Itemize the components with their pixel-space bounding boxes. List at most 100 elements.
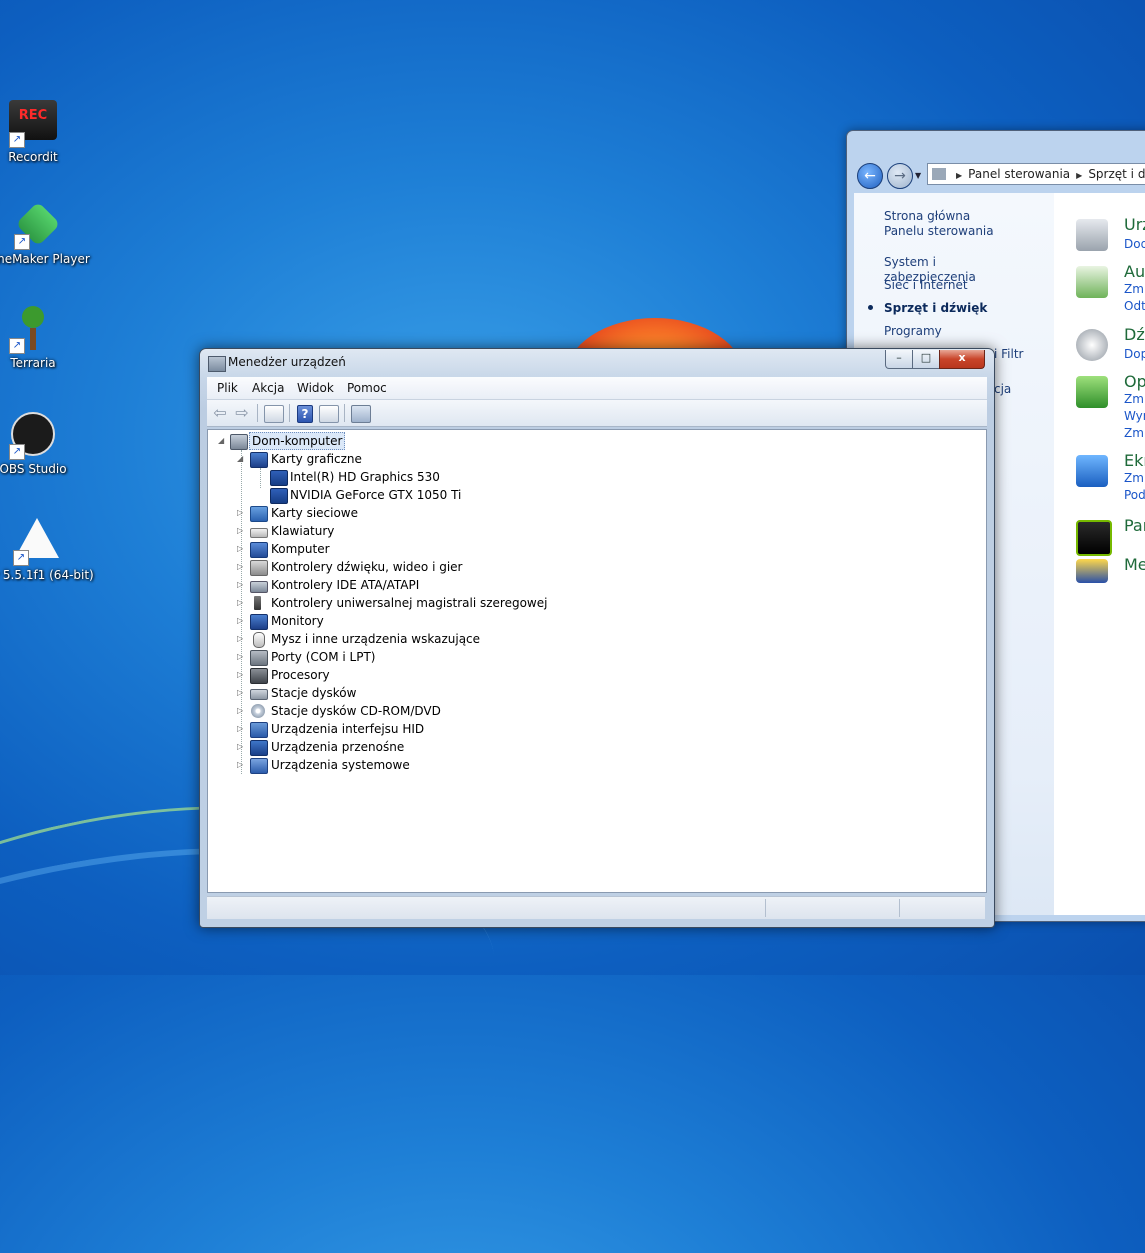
menu-action[interactable]: Akcja [252,381,284,395]
tree-category-label[interactable]: Porty (COM i LPT) [271,648,375,666]
desktop-icon-label: Recordit [8,150,58,164]
tree-category-label[interactable]: Karty graficzne [271,450,362,468]
category-title[interactable]: Auto [1124,262,1145,281]
minimize-button[interactable]: – [885,350,913,369]
desktop-icon-terraria[interactable]: ↗ Terraria [0,304,78,370]
maximize-button[interactable]: □ [912,350,940,369]
breadcrumb-hardware-sound[interactable]: Sprzęt i dźwi [1088,167,1145,181]
device-manager-icon [208,356,226,372]
category-link[interactable]: Zmien [1124,392,1145,406]
category-link[interactable]: Podłą [1124,488,1145,502]
collapsed-triangle-icon[interactable]: ▷ [237,504,247,522]
scan-hardware-icon[interactable] [351,405,371,423]
desktop-icon-obs-studio[interactable]: ↗ OBS Studio [0,410,78,476]
properties-icon[interactable] [319,405,339,423]
status-separator [765,899,766,917]
tree-category-label[interactable]: Kontrolery IDE ATA/ATAPI [271,576,419,594]
category-title[interactable]: Opcj [1124,372,1145,391]
category-title[interactable]: Urzą [1124,215,1145,234]
show-hide-console-tree-icon[interactable] [264,405,284,423]
sidebar-link-network-internet[interactable]: Sieć i Internet [884,278,1014,293]
expanded-triangle-icon[interactable]: ◢ [237,450,247,468]
tree-category-label[interactable]: Kontrolery dźwięku, wideo i gier [271,558,462,576]
expanded-triangle-icon[interactable]: ◢ [218,432,228,450]
desktop-icon-unity[interactable]: ↗ y 5.5.1f1 (64-bit) [0,514,94,582]
control-panel-icon [932,168,946,180]
collapsed-triangle-icon[interactable]: ▷ [237,522,247,540]
sidebar-link-hardware-sound[interactable]: Sprzęt i dźwięk [884,301,1014,316]
computer-icon [250,542,268,558]
sidebar-link-control-panel-home[interactable]: Strona główna Panelu sterowania [884,209,1014,239]
speaker-icon [1076,329,1108,361]
tree-category-label[interactable]: Karty sieciowe [271,504,358,522]
desktop-icon-gamemaker-player[interactable]: ↗ meMaker Player [0,201,90,266]
collapsed-triangle-icon[interactable]: ▷ [237,630,247,648]
category-link[interactable]: Zmien [1124,471,1145,485]
category-link[interactable]: Wym [1124,409,1145,423]
tree-category-label[interactable]: Mysz i inne urządzenia wskazujące [271,630,480,648]
sidebar-link-programs[interactable]: Programy [884,324,1014,339]
collapsed-triangle-icon[interactable]: ▷ [237,540,247,558]
category-title[interactable]: Dźwi [1124,325,1145,344]
toolbar-separator [257,404,258,422]
hid-device-icon [250,722,268,738]
portable-device-icon [250,740,268,756]
forward-arrow-icon[interactable]: → [887,163,913,189]
tree-category-label[interactable]: Klawiatury [271,522,334,540]
display-adapter-icon [270,470,288,486]
category-link[interactable]: Odtw [1124,299,1145,313]
collapsed-triangle-icon[interactable]: ▷ [237,702,247,720]
desktop-icon-recordit[interactable]: REC ↗ Recordit [0,96,78,164]
collapsed-triangle-icon[interactable]: ▷ [237,648,247,666]
address-breadcrumb[interactable]: ▶ Panel sterowania ▶ Sprzęt i dźwi [927,163,1145,185]
shortcut-arrow-icon: ↗ [9,444,25,460]
status-separator [899,899,900,917]
category-title[interactable]: Pane [1124,516,1145,535]
category-link[interactable]: Dodą [1124,237,1145,251]
tree-category-label[interactable]: Urządzenia przenośne [271,738,404,756]
tree-category-label[interactable]: Urządzenia interfejsu HID [271,720,424,738]
menu-help[interactable]: Pomoc [347,381,387,395]
collapsed-triangle-icon[interactable]: ▷ [237,684,247,702]
terraria-tree-icon [22,306,44,328]
device-manager-window[interactable]: Menedżer urządzeń – □ x Plik Akcja Widok… [199,348,995,928]
category-link[interactable]: Dopa [1124,347,1145,361]
tree-category-label[interactable]: Stacje dysków [271,684,356,702]
sidebar-link-partial[interactable]: i Filtr [994,347,1054,362]
desktop-icon-label: OBS Studio [0,462,67,476]
collapsed-triangle-icon[interactable]: ▷ [237,756,247,774]
category-title[interactable]: Ekra [1124,451,1145,470]
category-link[interactable]: Zmien [1124,282,1145,296]
tree-category-label[interactable]: Stacje dysków CD-ROM/DVD [271,702,441,720]
collapsed-triangle-icon[interactable]: ▷ [237,576,247,594]
back-arrow-icon[interactable]: ← [857,163,883,189]
collapsed-triangle-icon[interactable]: ▷ [237,666,247,684]
forward-arrow-icon[interactable]: ⇨ [233,405,251,421]
back-arrow-icon[interactable]: ⇦ [211,405,229,421]
tree-category-label[interactable]: Monitory [271,612,324,630]
collapsed-triangle-icon[interactable]: ▷ [237,612,247,630]
menu-file[interactable]: Plik [217,381,238,395]
tree-category-label[interactable]: Kontrolery uniwersalnej magistrali szere… [271,594,547,612]
tree-device-label[interactable]: NVIDIA GeForce GTX 1050 Ti [290,486,461,504]
sidebar-link-partial[interactable]: cja [994,382,1054,397]
chevron-down-icon[interactable]: ▼ [915,171,921,180]
category-link[interactable]: Zmien [1124,426,1145,440]
shortcut-arrow-icon: ↗ [14,234,30,250]
collapsed-triangle-icon[interactable]: ▷ [237,594,247,612]
tree-device-label[interactable]: Intel(R) HD Graphics 530 [290,468,440,486]
tree-category-label[interactable]: Urządzenia systemowe [271,756,410,774]
menu-view[interactable]: Widok [297,381,334,395]
collapsed-triangle-icon[interactable]: ▷ [237,558,247,576]
device-tree: ◢ Dom-komputer ◢ Karty graficzne Intel(R… [207,429,987,893]
collapsed-triangle-icon[interactable]: ▷ [237,720,247,738]
breadcrumb-control-panel[interactable]: Panel sterowania [968,167,1070,181]
collapsed-triangle-icon[interactable]: ▷ [237,738,247,756]
help-icon[interactable]: ? [297,405,313,423]
chevron-right-icon: ▶ [956,171,963,180]
close-button[interactable]: x [939,350,985,369]
tree-root-label[interactable]: Dom-komputer [249,432,346,450]
category-title[interactable]: Men [1124,555,1145,574]
tree-category-label[interactable]: Komputer [271,540,330,558]
tree-category-label[interactable]: Procesory [271,666,330,684]
